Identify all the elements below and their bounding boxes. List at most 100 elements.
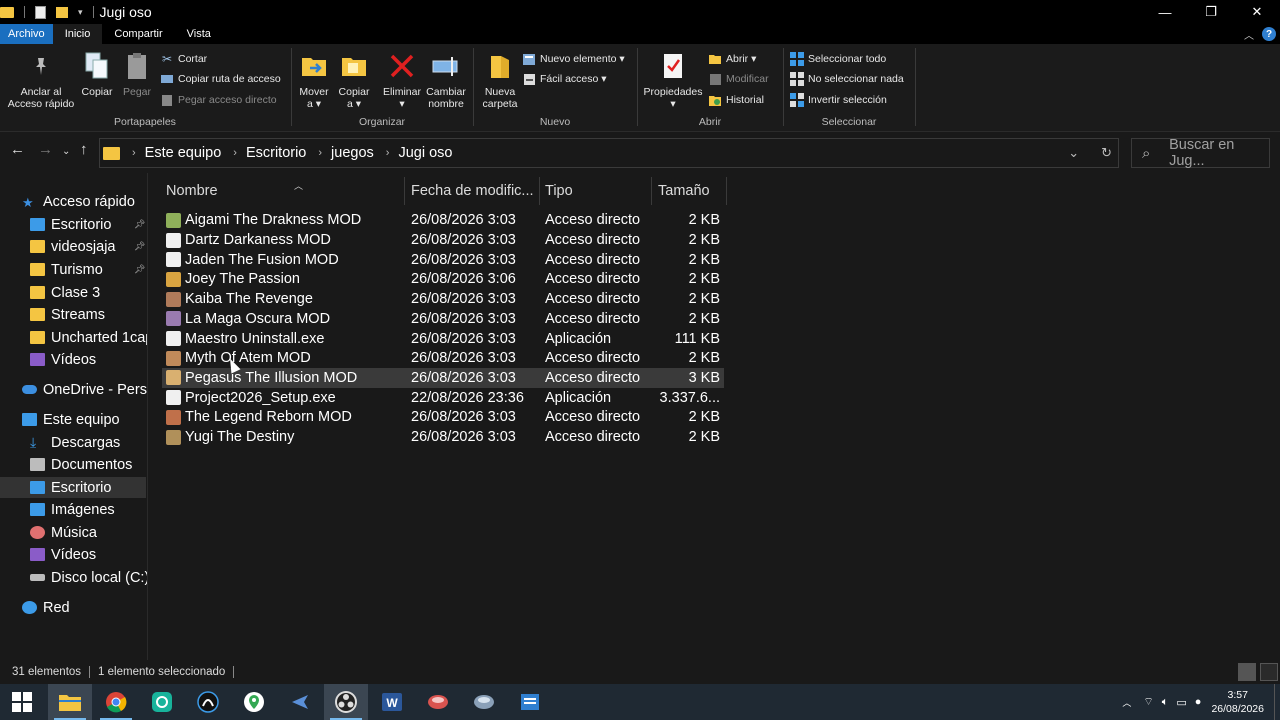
sidebar-item[interactable]: videosjaja 📌︎ (0, 236, 146, 257)
minimize-button[interactable]: — (1142, 0, 1188, 24)
paste-button[interactable]: Pegar (120, 50, 154, 98)
show-desktop-button[interactable] (1274, 684, 1280, 720)
sidebar-item[interactable]: Turismo 📌︎ (0, 259, 146, 280)
column-header-size[interactable]: Tamaño (658, 179, 726, 203)
column-header-type[interactable]: Tipo (545, 179, 649, 203)
cut-button[interactable]: ✂ Cortar (160, 51, 207, 67)
refresh-icon[interactable]: ↻ (1101, 145, 1112, 161)
pin-quick-access-button[interactable]: Anclar al Acceso rápido (6, 50, 76, 110)
search-box[interactable]: ⌕ Buscar en Jug... (1131, 137, 1270, 169)
move-to-button[interactable]: Mover a ▾ (296, 50, 332, 110)
chevron-right-icon[interactable]: › (132, 147, 136, 159)
forward-arrow-icon[interactable]: → (38, 141, 53, 158)
sidebar-item[interactable]: Disco local (C:) (0, 567, 147, 588)
breadcrumb-juegos[interactable]: juegos (331, 145, 374, 161)
sidebar-item[interactable]: ★ Acceso rápido (0, 191, 146, 212)
sidebar-item[interactable]: Red (0, 597, 146, 618)
tab-inicio[interactable]: Inicio (52, 24, 103, 44)
microphone-icon[interactable]: ● (1195, 696, 1202, 708)
column-header-date[interactable]: Fecha de modific... (411, 179, 539, 203)
sidebar-item[interactable]: ⤓ Descargas (0, 432, 146, 453)
column-divider[interactable] (726, 177, 727, 205)
sidebar-item[interactable]: Imágenes (0, 499, 146, 520)
tab-compartir[interactable]: Compartir (102, 24, 174, 44)
table-row[interactable]: Project2026_Setup.exe 22/08/2026 23:36 Apl… (162, 388, 724, 408)
properties-button[interactable]: Propiedades ▾ (640, 50, 706, 110)
app-taskbar-button[interactable] (186, 684, 230, 720)
sidebar-item[interactable]: Streams (0, 304, 146, 325)
up-arrow-icon[interactable]: ↑ (80, 141, 88, 158)
word-taskbar-button[interactable]: W (370, 684, 414, 720)
select-all-button[interactable]: Seleccionar todo (790, 51, 886, 67)
copy-button[interactable]: Copiar (80, 50, 114, 98)
table-row[interactable]: Jaden The Fusion MOD 26/08/2026 3:03 Acces… (162, 250, 724, 270)
tab-archivo[interactable]: Archivo (0, 24, 53, 44)
recent-locations-chevron-icon[interactable]: ⌄ (62, 146, 70, 157)
sidebar-item[interactable]: Clase 3 (0, 282, 146, 303)
copy-path-button[interactable]: Copiar ruta de acceso (160, 71, 281, 87)
app-taskbar-button[interactable] (278, 684, 322, 720)
table-row[interactable]: Aigami The Drakness MOD 26/08/2026 3:03 Ac… (162, 211, 724, 231)
column-divider[interactable] (539, 177, 540, 205)
sidebar-item[interactable]: Música (0, 522, 146, 543)
new-item-button[interactable]: Nuevo elemento ▾ (522, 51, 625, 67)
chevron-right-icon[interactable]: › (318, 147, 322, 159)
table-row[interactable]: La Maga Oscura MOD 26/08/2026 3:03 Acceso … (162, 309, 724, 329)
chevron-down-icon[interactable]: ⌄ (1068, 145, 1079, 161)
show-hidden-icons-icon[interactable]: ︿ (1122, 696, 1131, 709)
properties-icon[interactable] (35, 5, 46, 19)
network-icon[interactable]: ⌔ (1143, 695, 1153, 709)
table-row[interactable]: Pegasus The Illusion MOD 26/08/2026 3:03 A… (162, 368, 724, 388)
chrome-taskbar-button[interactable] (94, 684, 138, 720)
volume-icon[interactable]: 🔈︎ (1162, 696, 1169, 709)
maps-taskbar-button[interactable] (232, 684, 276, 720)
table-row[interactable]: Maestro Uninstall.exe 26/08/2026 3:03 Apli… (162, 329, 724, 349)
table-row[interactable]: Joey The Passion 26/08/2026 3:06 Acceso di… (162, 270, 724, 290)
address-bar[interactable]: › Este equipo › Escritorio › juegos › Ju… (99, 138, 1119, 168)
back-arrow-icon[interactable]: ← (10, 141, 25, 158)
app-taskbar-button[interactable] (140, 684, 184, 720)
invert-selection-button[interactable]: Invertir selección (790, 92, 887, 108)
sidebar-item[interactable]: Vídeos (0, 349, 146, 370)
battery-icon[interactable]: ▭ (1176, 696, 1186, 709)
edit-button[interactable]: Modificar (708, 71, 769, 87)
paste-shortcut-button[interactable]: Pegar acceso directo (160, 92, 277, 108)
new-folder-button[interactable]: Nueva carpeta (478, 50, 522, 110)
close-button[interactable]: ✕ (1234, 0, 1280, 24)
column-divider[interactable] (404, 177, 405, 205)
collapse-ribbon-icon[interactable]: ︿ (1244, 27, 1254, 42)
history-button[interactable]: Historial (708, 92, 764, 108)
sidebar-item[interactable]: Uncharted 1cap (0, 327, 147, 348)
chevron-right-icon[interactable]: › (233, 147, 237, 159)
sidebar-item[interactable]: Escritorio (0, 477, 146, 498)
table-row[interactable]: The Legend Reborn MOD 26/08/2026 3:03 Acce… (162, 408, 724, 428)
breadcrumb-jugi-oso[interactable]: Jugi oso (398, 145, 452, 161)
table-row[interactable]: Kaiba The Revenge 26/08/2026 3:03 Acceso d… (162, 289, 724, 309)
table-row[interactable]: Myth Of Atem MOD 26/08/2026 3:03 Acceso di… (162, 348, 724, 368)
table-row[interactable]: Dartz Darkaness MOD 26/08/2026 3:03 Acceso… (162, 230, 724, 250)
new-folder-icon[interactable] (56, 6, 68, 18)
sidebar-item[interactable]: Vídeos (0, 544, 146, 565)
chevron-right-icon[interactable]: › (386, 147, 390, 159)
sidebar-item[interactable]: Documentos (0, 454, 146, 475)
delete-button[interactable]: Eliminar ▾ (382, 50, 422, 110)
maximize-button[interactable]: ❐ (1188, 0, 1234, 24)
breadcrumb-escritorio[interactable]: Escritorio (246, 145, 306, 161)
start-button[interactable] (0, 684, 44, 720)
sidebar-item[interactable]: Este equipo (0, 409, 146, 430)
sidebar-item[interactable]: Escritorio 📌︎ (0, 214, 146, 235)
large-icons-view-button[interactable] (1260, 663, 1278, 681)
app-taskbar-button[interactable] (416, 684, 460, 720)
copy-to-button[interactable]: Copiar a ▾ (336, 50, 372, 110)
chevron-down-icon[interactable]: ▾ (78, 7, 83, 18)
open-button[interactable]: Abrir ▾ (708, 51, 756, 67)
clock[interactable]: 3:57 26/08/2026 (1211, 688, 1264, 716)
tab-vista[interactable]: Vista (175, 24, 223, 44)
app-taskbar-button[interactable] (508, 684, 552, 720)
column-divider[interactable] (651, 177, 652, 205)
file-explorer-taskbar-button[interactable] (48, 684, 92, 720)
column-header-name[interactable]: ︿ Nombre (166, 179, 402, 203)
obs-taskbar-button[interactable] (324, 684, 368, 720)
select-none-button[interactable]: No seleccionar nada (790, 71, 904, 87)
app-taskbar-button[interactable] (462, 684, 506, 720)
